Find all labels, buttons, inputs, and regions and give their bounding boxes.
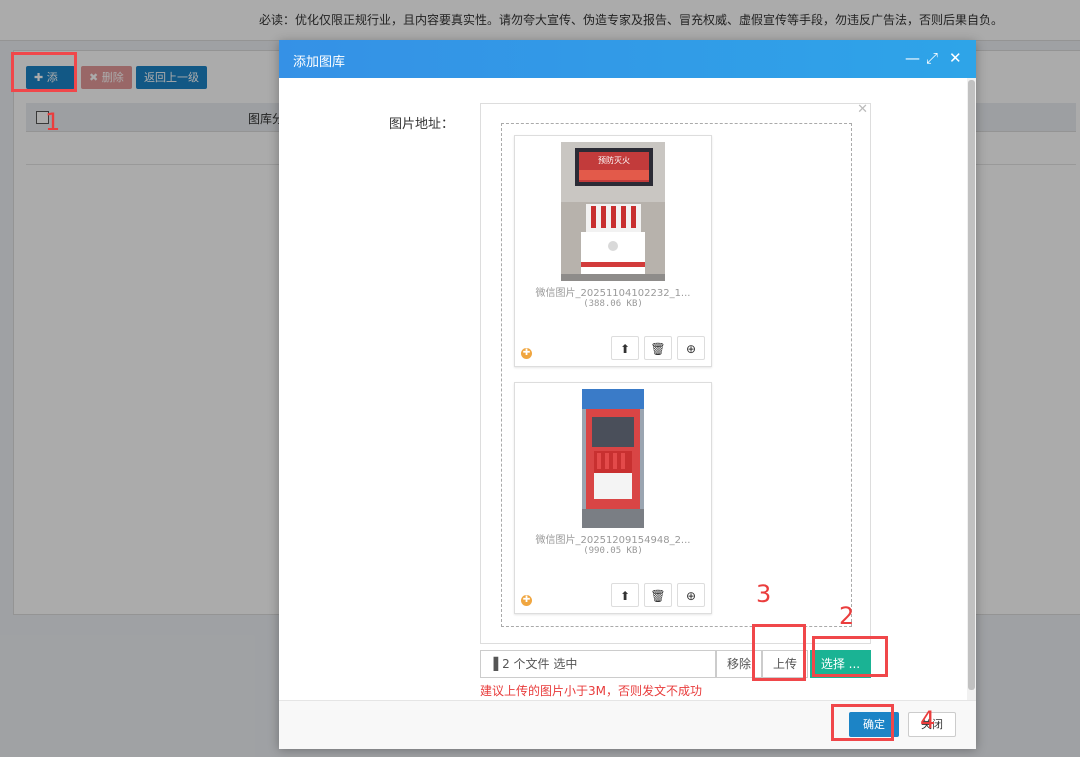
- trash-icon[interactable]: 🗑: [644, 336, 672, 360]
- step-3-label: 3: [756, 580, 772, 608]
- dialog-title: 添加图库: [293, 55, 346, 70]
- file-size: (990.05 KB): [583, 546, 643, 556]
- file-caption-text: 2 个文件 选中: [502, 657, 578, 671]
- clear-preview-icon[interactable]: ✕: [857, 102, 868, 117]
- file-preview: ✕ 预防灭火 微信图片_20251104102232_1... (388.06 …: [480, 102, 871, 644]
- dialog-header: 添加图库 — ⤢ ✕: [279, 40, 976, 78]
- minimize-icon[interactable]: —: [905, 49, 920, 67]
- step-2-label: 2: [839, 602, 855, 630]
- upload-file-icon[interactable]: ⬆: [611, 336, 639, 360]
- upload-file-icon[interactable]: ⬆: [611, 583, 639, 607]
- step-1-label: 1: [45, 108, 61, 136]
- close-icon[interactable]: ✕: [949, 49, 962, 67]
- file-icon: ▐: [489, 657, 499, 671]
- upload-hint: 建议上传的图片小于3M，否则发文不成功: [480, 684, 702, 698]
- file-card: 预防灭火 微信图片_20251104102232_1... (388.06 KB…: [514, 135, 712, 367]
- file-caption[interactable]: ▐ 2 个文件 选中: [480, 650, 716, 678]
- file-size: (388.06 KB): [583, 299, 643, 309]
- zoom-icon[interactable]: ⊕: [677, 336, 705, 360]
- image-url-label: 图片地址：: [389, 117, 455, 132]
- maximize-icon[interactable]: ⤢: [926, 49, 938, 67]
- scrollbar-thumb[interactable]: [968, 80, 975, 690]
- step-4-label: 4: [920, 706, 936, 734]
- file-card: 微信图片_20251209154948_2... (990.05 KB) ✚ ⬆…: [514, 382, 712, 614]
- callout-select: [812, 636, 888, 677]
- file-thumbnail[interactable]: [582, 389, 644, 528]
- upload-status-icon: ✚: [521, 595, 532, 606]
- file-name: 微信图片_20251209154948_2...: [535, 535, 691, 546]
- file-thumbnail[interactable]: 预防灭火: [561, 142, 665, 281]
- trash-icon[interactable]: 🗑: [644, 583, 672, 607]
- poster-title: 预防灭火: [598, 155, 630, 165]
- file-name: 微信图片_20251104102232_1...: [535, 288, 691, 299]
- callout-upload: [752, 624, 806, 681]
- callout-add: [11, 52, 77, 92]
- dialog-body: 图片地址： ✕ 预防灭火 微信图片_20251104102232_1... (3…: [279, 78, 976, 700]
- zoom-icon[interactable]: ⊕: [677, 583, 705, 607]
- callout-confirm: [831, 704, 894, 741]
- upload-status-icon: ✚: [521, 348, 532, 359]
- drop-zone[interactable]: 预防灭火 微信图片_20251104102232_1... (388.06 KB…: [501, 123, 852, 627]
